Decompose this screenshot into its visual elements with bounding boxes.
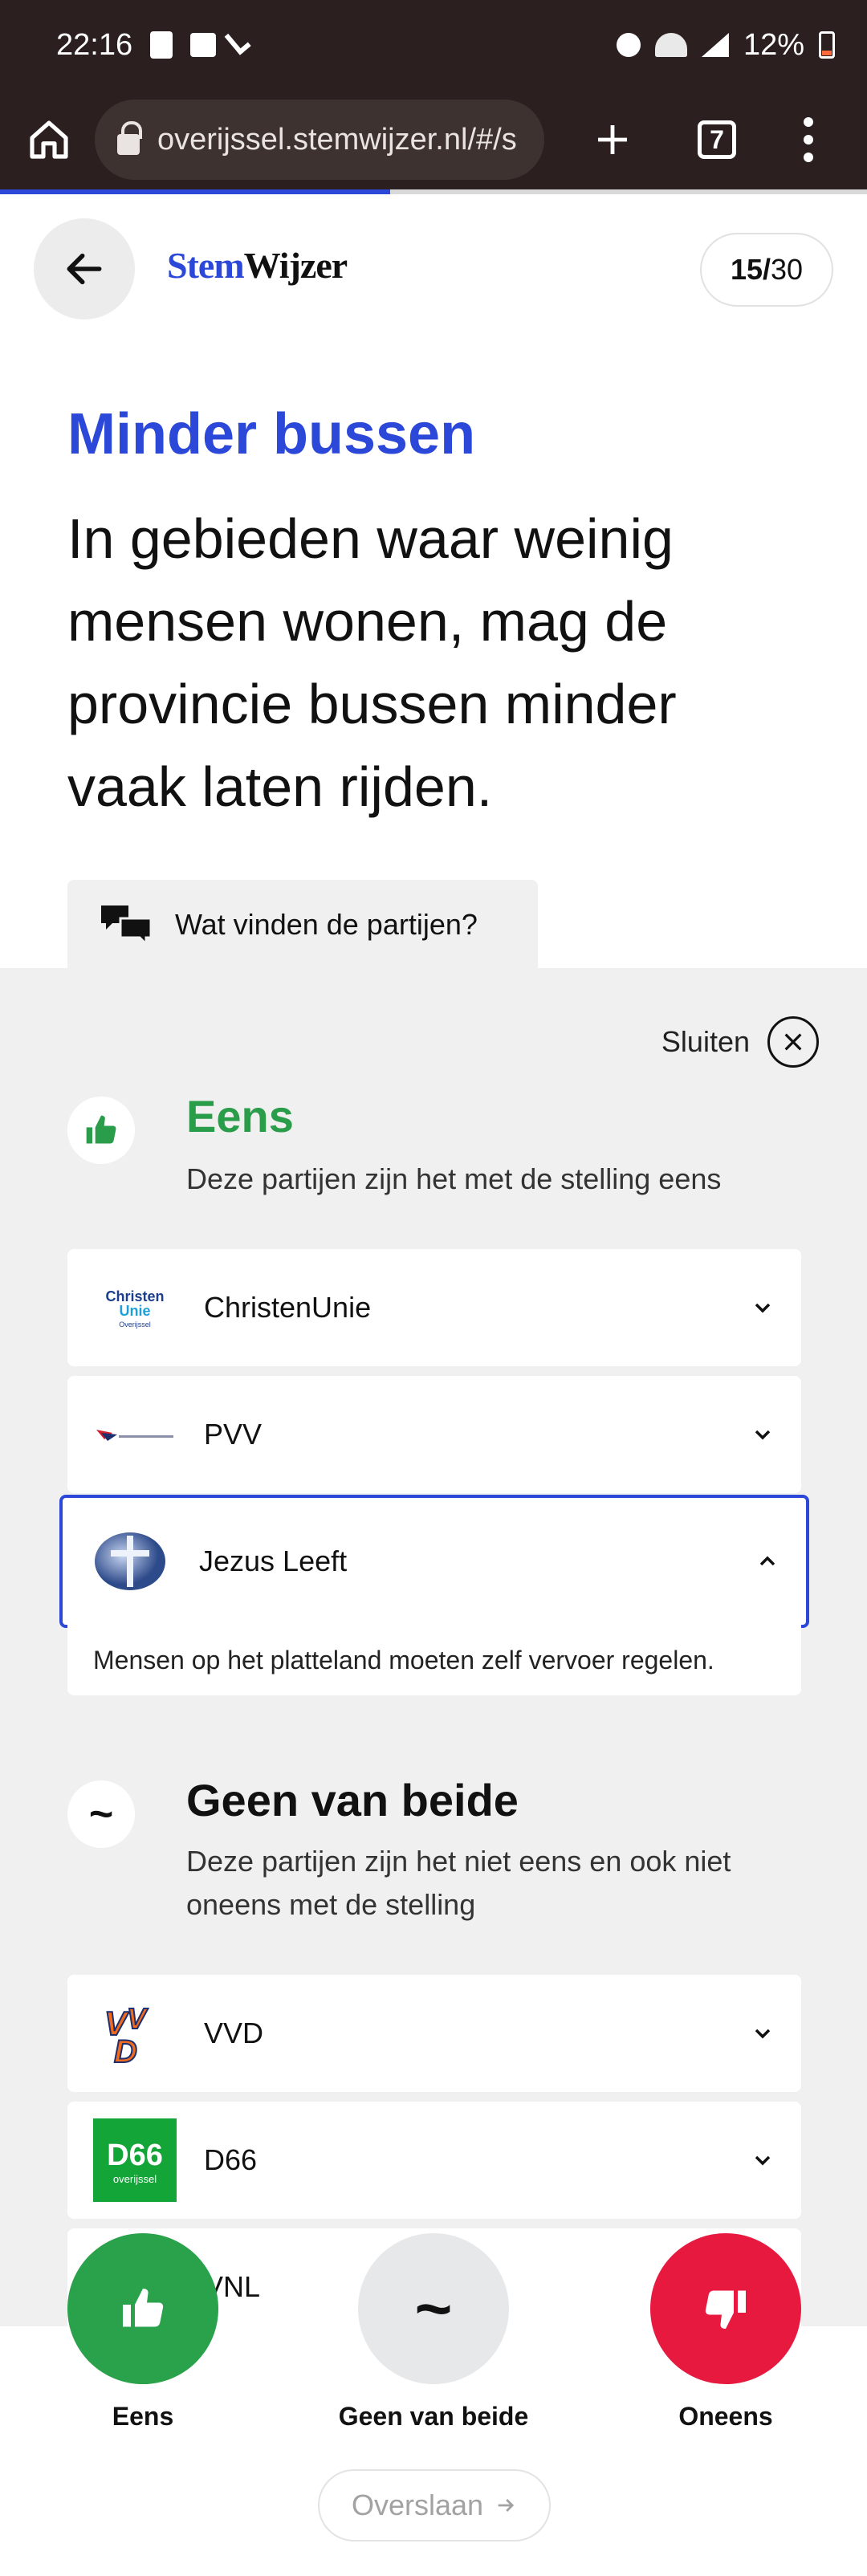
skip-label: Overslaan [351, 2489, 484, 2521]
tilde-icon: ~ [414, 2273, 453, 2344]
tab-switcher-button[interactable]: 7 [681, 104, 753, 176]
party-opinions-panel: Sluiten Eens Deze partijen zijn het met … [0, 968, 867, 2346]
signal-icon [701, 33, 729, 57]
svg-text:Overijssel: Overijssel [119, 1321, 151, 1329]
thumbs-down-icon [705, 2290, 746, 2329]
svg-text:Christen: Christen [105, 1288, 164, 1304]
lock-icon [117, 121, 142, 155]
arrow-right-icon [498, 2499, 515, 2512]
url-bar[interactable]: overijssel.stemwijzer.nl/#/s [95, 100, 544, 180]
close-label: Sluiten [661, 1025, 750, 1058]
arrow-left-icon [67, 253, 102, 285]
disagree-button[interactable] [650, 2233, 801, 2384]
pvv-logo [93, 1393, 177, 1476]
question-counter: 15/30 [700, 233, 833, 307]
agree-section-description: Deze partijen zijn het met de stelling e… [186, 1162, 722, 1195]
thumbs-up-icon [123, 2289, 164, 2327]
alarm-icon [616, 33, 641, 57]
party-explanation: Mensen op het platteland moeten zelf ver… [67, 1625, 801, 1695]
close-icon [767, 1016, 819, 1068]
gallery-icon [190, 33, 217, 57]
jezus-leeft-logo [88, 1520, 172, 1603]
vvd-logo: V V D [93, 1992, 177, 2075]
agree-section-title: Eens [186, 1091, 294, 1141]
agree-label: Eens [112, 2402, 174, 2431]
progress-bar [0, 189, 867, 194]
url-text: overijssel.stemwijzer.nl/#/s [157, 122, 517, 157]
chat-bubbles-icon [101, 905, 153, 947]
wifi-icon [654, 33, 687, 57]
skip-button[interactable]: Overslaan [318, 2469, 551, 2541]
neutral-label: Geen van beide [338, 2402, 529, 2431]
new-tab-button[interactable] [576, 104, 649, 176]
statement-title: Minder bussen [67, 402, 476, 466]
svg-text:V: V [127, 2002, 149, 2035]
statement-text: In gebieden waar weinig mensen wonen, ma… [67, 507, 677, 818]
party-name: Jezus Leeft [199, 1544, 348, 1577]
party-pvv[interactable]: PVV [67, 1376, 801, 1493]
party-name: VVD [204, 2016, 264, 2049]
party-christenunie[interactable]: Christen Unie Overijssel ChristenUnie [67, 1249, 801, 1366]
browser-toolbar: overijssel.stemwijzer.nl/#/s 7 [0, 90, 867, 189]
battery-percent: 12% [743, 27, 804, 62]
party-name: ChristenUnie [204, 1291, 372, 1324]
browser-menu-button[interactable] [772, 104, 845, 176]
tab-party-opinions[interactable]: Wat vinden de partijen? [67, 880, 538, 970]
check-icon [224, 27, 251, 55]
neutral-section-title: Geen van beide [186, 1775, 519, 1825]
party-vvd[interactable]: V V D VVD [67, 1975, 801, 2092]
svg-text:D66: D66 [107, 2139, 163, 2172]
disagree-label: Oneens [678, 2402, 773, 2431]
chevron-down-icon [755, 1430, 771, 1440]
battery-icon [819, 31, 835, 59]
tilde-icon: ~ [67, 1780, 135, 1848]
svg-text:overijssel: overijssel [113, 2173, 157, 2185]
party-d66[interactable]: D66 overijssel D66 [67, 2102, 801, 2219]
party-name: D66 [204, 2143, 258, 2176]
chevron-up-icon [759, 1556, 775, 1566]
close-button[interactable]: Sluiten [661, 1016, 819, 1068]
neutral-section-description: Deze partijen zijn het niet eens en ook … [186, 1845, 731, 1921]
status-bar: 22:16 12% [0, 0, 867, 90]
party-name: PVV [204, 1418, 263, 1451]
neutral-button[interactable]: ~ [358, 2233, 509, 2384]
home-icon[interactable] [21, 112, 77, 168]
svg-text:Unie: Unie [119, 1303, 150, 1319]
thumbs-up-icon [67, 1097, 135, 1164]
chevron-down-icon [755, 1303, 771, 1313]
stemwijzer-logo: StemWijzer [167, 245, 348, 286]
back-button[interactable] [34, 218, 135, 319]
christenunie-logo: Christen Unie Overijssel [93, 1266, 177, 1349]
battery-saver-icon [150, 31, 173, 59]
tab-party-opinions-label: Wat vinden de partijen? [175, 908, 478, 941]
svg-text:D: D [114, 2034, 137, 2065]
chevron-down-icon [755, 2029, 771, 2039]
d66-logo: D66 overijssel [93, 2118, 177, 2202]
status-time: 22:16 [56, 27, 133, 62]
party-jezus-leeft[interactable]: Jezus Leeft [59, 1495, 809, 1628]
tab-count: 7 [698, 120, 736, 159]
agree-button[interactable] [67, 2233, 218, 2384]
plus-icon [598, 125, 627, 154]
progress-fill [0, 189, 390, 194]
chevron-down-icon [755, 2155, 771, 2166]
